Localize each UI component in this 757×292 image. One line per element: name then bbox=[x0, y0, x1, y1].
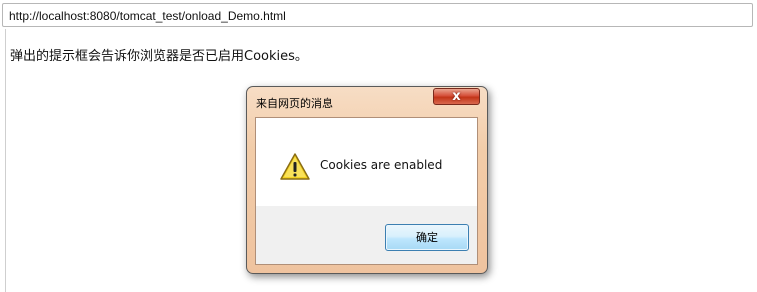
page-text: 弹出的提示框会告诉你浏览器是否已启用Cookies。 bbox=[10, 49, 308, 64]
address-text: http://localhost:8080/tomcat_test/onload… bbox=[9, 9, 286, 23]
dialog-message: Cookies are enabled bbox=[320, 158, 443, 172]
dialog-body: Cookies are enabled 确定 bbox=[255, 117, 478, 265]
ok-button[interactable]: 确定 bbox=[385, 224, 469, 251]
address-bar[interactable]: http://localhost:8080/tomcat_test/onload… bbox=[2, 3, 753, 27]
dialog-title: 来自网页的消息 bbox=[256, 97, 333, 110]
warning-icon bbox=[280, 153, 310, 180]
page-frame-divider bbox=[5, 29, 6, 292]
close-button[interactable]: x bbox=[433, 88, 480, 105]
alert-dialog: 来自网页的消息 x Cookies are enabled 确定 bbox=[246, 86, 488, 274]
